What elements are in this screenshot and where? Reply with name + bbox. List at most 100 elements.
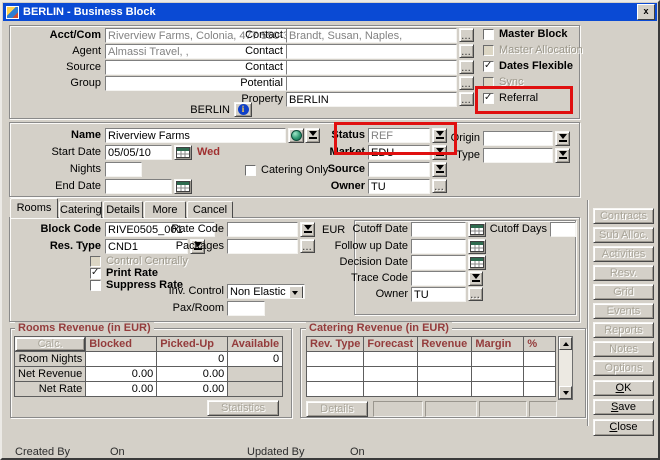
property-field[interactable]: BERLIN [286, 92, 457, 107]
cutoff-date-calendar-icon[interactable] [468, 222, 486, 237]
master-block-checkbox[interactable] [483, 29, 494, 40]
trace-code-field[interactable] [411, 271, 466, 286]
catering-total-revenue-cell [425, 401, 477, 417]
market-field[interactable]: EDU [368, 145, 430, 160]
potential-field[interactable] [286, 76, 457, 91]
close-button[interactable]: Close [593, 419, 654, 436]
contracts-button[interactable]: Contracts [593, 208, 654, 224]
scroll-up-icon[interactable] [559, 337, 572, 350]
type-lov-button[interactable] [555, 148, 570, 163]
sub-alloc-button[interactable]: Sub Alloc. [593, 227, 654, 243]
net-rate-picked-cell[interactable]: 0.00 [157, 382, 228, 397]
notes-button[interactable]: Notes [593, 341, 654, 357]
contact1-ellipsis-button[interactable] [459, 28, 474, 42]
save-button[interactable]: Save [593, 399, 654, 415]
catering-table-scrollbar[interactable] [558, 336, 573, 400]
contact1-field[interactable]: Brandt, Susan, Naples, [286, 28, 457, 43]
follow-up-date-field[interactable] [411, 239, 466, 254]
source-label: Source [6, 61, 101, 74]
tab-details[interactable]: Details [103, 201, 143, 218]
scroll-down-icon[interactable] [559, 386, 572, 399]
tab-catering[interactable]: Catering [59, 201, 102, 218]
mid-owner-ellipsis-button[interactable] [432, 179, 447, 193]
packages-ellipsis-button[interactable] [300, 239, 315, 253]
end-date-calendar-icon[interactable] [174, 179, 192, 194]
referral-checkbox[interactable] [483, 93, 494, 104]
net-rate-blocked-cell[interactable]: 0.00 [86, 382, 157, 397]
cutoff-date-field[interactable] [411, 222, 466, 237]
suppress-rate-checkbox[interactable] [90, 280, 101, 291]
status-field[interactable]: REF [368, 128, 430, 143]
cutoff-date-label: Cutoff Date [333, 223, 408, 236]
resv-button[interactable]: Resv. [593, 265, 654, 281]
statistics-button[interactable]: Statistics [207, 400, 279, 416]
grid-button[interactable]: Grid [593, 284, 654, 300]
net-revenue-blocked-cell[interactable]: 0.00 [86, 367, 157, 382]
sync-label: Sync [499, 76, 523, 89]
globe-icon[interactable] [288, 128, 304, 143]
catering-total-margin-cell [479, 401, 527, 417]
decision-date-field[interactable] [411, 255, 466, 270]
room-nights-blocked-cell[interactable] [86, 352, 157, 367]
mid-owner-field[interactable]: TU [368, 179, 430, 194]
start-date-field[interactable]: 05/05/10 [105, 145, 172, 160]
tab-cancel[interactable]: Cancel [187, 201, 233, 218]
cutoff-days-field[interactable] [550, 222, 576, 237]
tab-more[interactable]: More [144, 201, 186, 218]
mid-source-label: Source [310, 163, 365, 176]
rooms-owner-ellipsis-button[interactable] [468, 287, 483, 301]
trace-code-lov-button[interactable] [468, 271, 483, 286]
inv-control-combo[interactable]: Non Elastic [227, 284, 305, 299]
net-revenue-picked-cell[interactable]: 0.00 [157, 367, 228, 382]
ok-button[interactable]: OK [593, 380, 654, 396]
nights-field[interactable] [105, 162, 142, 177]
rate-code-lov-button[interactable] [300, 222, 315, 237]
end-date-field[interactable] [105, 179, 172, 194]
calc-button[interactable]: Calc. [15, 337, 85, 351]
follow-up-calendar-icon[interactable] [468, 239, 486, 254]
room-nights-picked-cell[interactable]: 0 [157, 352, 228, 367]
rate-code-field[interactable] [227, 222, 298, 237]
rooms-owner-field[interactable]: TU [411, 287, 466, 302]
follow-up-date-label: Follow up Date [333, 240, 408, 253]
close-icon[interactable]: x [637, 4, 655, 20]
pax-room-field[interactable] [227, 301, 265, 316]
events-button[interactable]: Events [593, 303, 654, 319]
master-block-label: Master Block [499, 28, 567, 41]
catering-only-checkbox[interactable] [245, 165, 256, 176]
packages-field[interactable] [227, 239, 298, 254]
info-icon[interactable]: i [234, 102, 252, 117]
contact3-ellipsis-button[interactable] [459, 60, 474, 74]
group-label: Group [6, 77, 101, 90]
mid-source-lov-button[interactable] [432, 162, 447, 177]
resort-label: BERLIN [170, 104, 230, 117]
name-field[interactable]: Riverview Farms [105, 128, 286, 143]
col-percent: % [524, 337, 556, 352]
print-rate-checkbox[interactable] [90, 268, 101, 279]
decision-calendar-icon[interactable] [468, 255, 486, 270]
property-ellipsis-button[interactable] [459, 92, 474, 106]
start-date-calendar-icon[interactable] [174, 145, 192, 160]
origin-label: Origin [430, 132, 480, 145]
potential-ellipsis-button[interactable] [459, 76, 474, 90]
col-picked-up: Picked-Up [157, 337, 228, 352]
control-centrally-checkbox [90, 256, 101, 267]
tab-rooms[interactable]: Rooms [10, 198, 58, 218]
origin-lov-button[interactable] [555, 131, 570, 146]
reports-button[interactable]: Reports [593, 322, 654, 338]
activities-button[interactable]: Activities [593, 246, 654, 262]
row-net-rate-label: Net Rate [15, 382, 86, 397]
origin-field[interactable] [483, 131, 553, 146]
contact2-ellipsis-button[interactable] [459, 44, 474, 58]
title-bar[interactable]: BERLIN - Business Block [3, 3, 657, 21]
chevron-down-icon[interactable] [289, 286, 303, 299]
contact2-field[interactable] [286, 44, 457, 59]
mid-source-field[interactable] [368, 162, 430, 177]
room-nights-available-cell[interactable]: 0 [228, 352, 283, 367]
options-button[interactable]: Options [593, 360, 654, 376]
type-field[interactable] [483, 148, 553, 163]
type-label: Type [430, 149, 480, 162]
contact3-field[interactable] [286, 60, 457, 75]
details-button[interactable]: Details [306, 401, 368, 417]
dates-flexible-checkbox[interactable] [483, 61, 494, 72]
